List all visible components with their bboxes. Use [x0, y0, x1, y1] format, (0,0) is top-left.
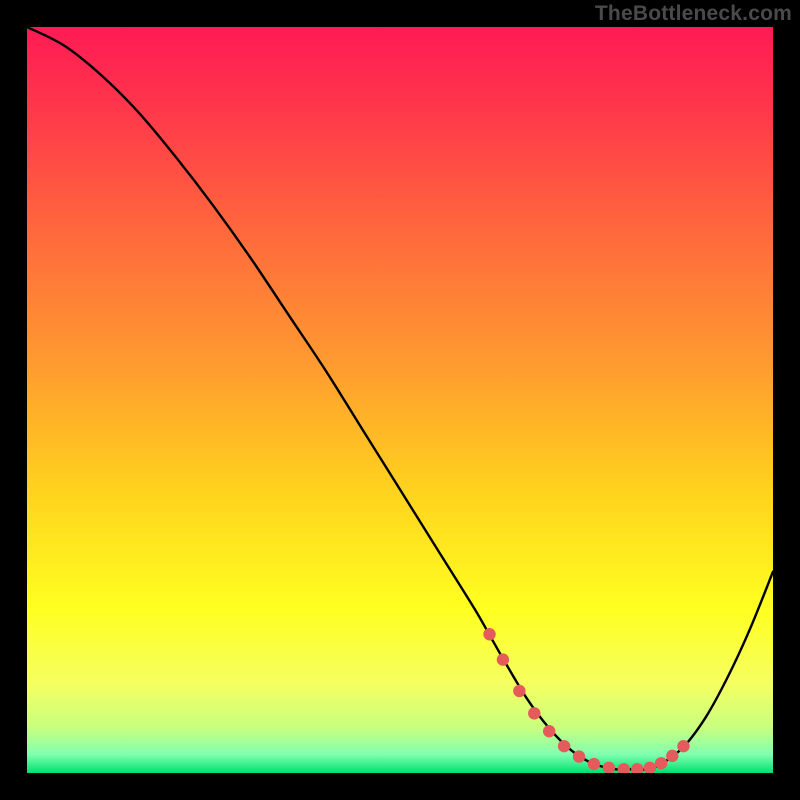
optimal-dot: [677, 740, 689, 752]
optimal-dot: [558, 740, 570, 752]
chart-frame: TheBottleneck.com: [0, 0, 800, 800]
optimal-dot: [573, 750, 585, 762]
optimal-dot: [528, 707, 540, 719]
optimal-dot: [513, 685, 525, 697]
optimal-dot: [483, 628, 495, 640]
gradient-rect: [27, 27, 773, 773]
watermark-text: TheBottleneck.com: [595, 2, 792, 26]
optimal-dot: [666, 750, 678, 762]
optimal-dot: [497, 653, 509, 665]
optimal-dot: [588, 758, 600, 770]
optimal-dot: [543, 725, 555, 737]
plot-area: [27, 27, 773, 773]
chart-svg: [27, 27, 773, 773]
optimal-dot: [655, 757, 667, 769]
